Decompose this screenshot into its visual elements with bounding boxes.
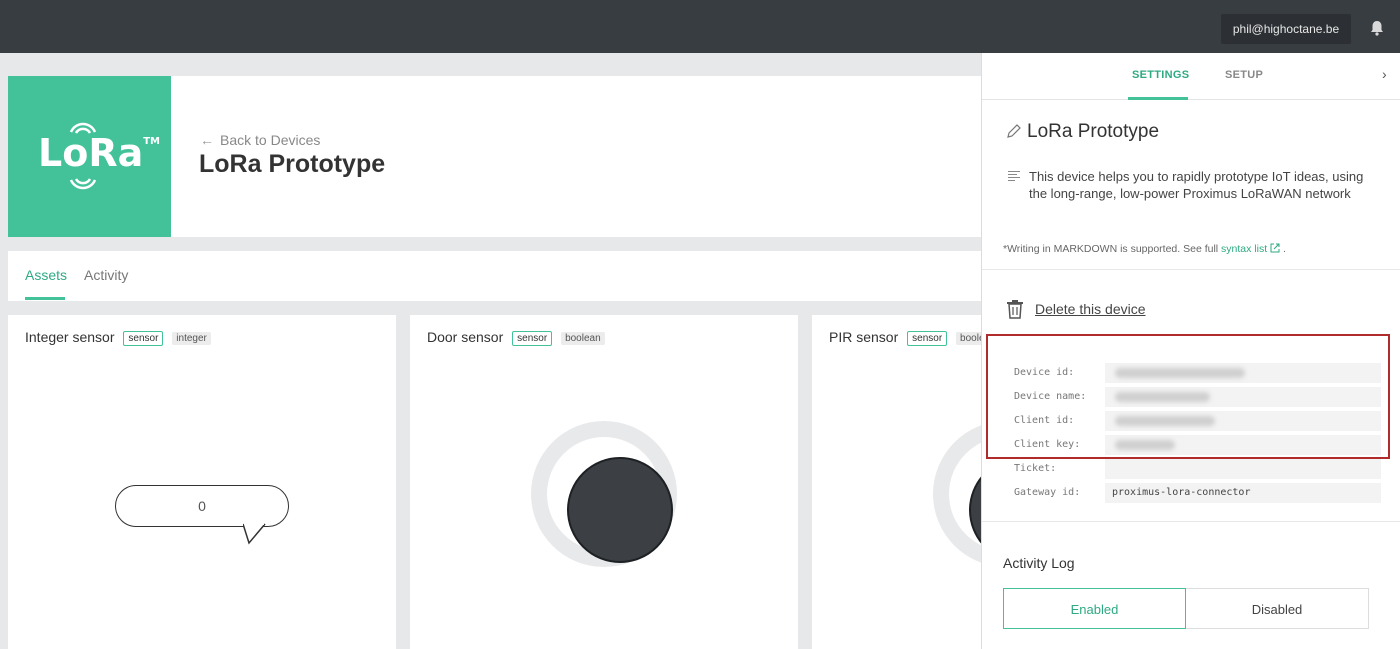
gateway-id-value[interactable]: proximus-lora-connector [1105, 483, 1381, 503]
tab-setup[interactable]: SETUP [1225, 69, 1263, 81]
speech-bubble-tail [243, 523, 266, 545]
ticket-value[interactable] [1105, 459, 1381, 479]
asset-card-integer-sensor: Integer sensor sensor integer 0 [8, 315, 396, 649]
collapse-panel-chevron-icon[interactable]: › [1382, 66, 1387, 82]
integer-value-display: 0 [115, 485, 289, 527]
logo-wordmark: LoRaTM [38, 131, 161, 175]
badge-sensor: sensor [123, 331, 164, 346]
back-to-devices-link[interactable]: ← Back to Devices [200, 132, 320, 148]
card-title: Door sensor sensor boolean [427, 329, 605, 346]
boolean-indicator-knob [531, 421, 677, 567]
badge-type: boolean [561, 332, 605, 345]
device-tabs: Assets Activity [8, 251, 981, 301]
trash-icon[interactable] [1006, 299, 1024, 319]
lora-logo: LoRaTM [8, 76, 171, 237]
boolean-indicator-knob [933, 421, 982, 567]
card-title: Integer sensor sensor integer [25, 329, 211, 346]
card-title: PIR sensor sensor boolean [829, 329, 982, 346]
delete-device-link[interactable]: Delete this device [1035, 301, 1146, 317]
device-header: LoRaTM ← Back to Devices LoRa Prototype [8, 76, 981, 237]
activity-log-disabled-button[interactable]: Disabled [1186, 588, 1369, 629]
panel-tabs: SETTINGS SETUP › [982, 53, 1400, 100]
annotation-highlight-box [986, 334, 1390, 459]
activity-log-enabled-button[interactable]: Enabled [1003, 588, 1186, 629]
active-tab-indicator [25, 297, 65, 300]
page-title: LoRa Prototype [199, 150, 386, 178]
tab-settings[interactable]: SETTINGS [1132, 69, 1189, 81]
notification-bell-icon[interactable] [1368, 19, 1386, 37]
description-lines-icon [1008, 171, 1020, 181]
device-name-field[interactable]: LoRa Prototype [1027, 121, 1159, 143]
active-tab-indicator [1128, 97, 1188, 100]
device-settings-panel: SETTINGS SETUP › LoRa Prototype This dev… [981, 53, 1400, 649]
tab-activity[interactable]: Activity [84, 267, 128, 283]
asset-card-door-sensor: Door sensor sensor boolean [410, 315, 798, 649]
markdown-note: *Writing in MARKDOWN is supported. See f… [1003, 243, 1286, 255]
divider [982, 521, 1400, 522]
top-navigation-bar: phil@highoctane.be [0, 0, 1400, 53]
divider [982, 269, 1400, 270]
badge-type: integer [172, 332, 211, 345]
user-account-menu[interactable]: phil@highoctane.be [1221, 14, 1351, 44]
credential-row-gateway-id: Gateway id: proximus-lora-connector [1014, 483, 1384, 503]
arrow-left-icon: ← [200, 132, 214, 148]
tab-assets[interactable]: Assets [25, 267, 67, 283]
credential-row-ticket: Ticket: [1014, 459, 1384, 479]
syntax-list-link[interactable]: syntax list [1221, 243, 1267, 255]
external-link-icon [1270, 243, 1280, 253]
asset-card-pir-sensor: PIR sensor sensor boolean [812, 315, 982, 649]
pencil-icon[interactable] [1006, 123, 1022, 139]
badge-type: boolean [956, 332, 982, 345]
badge-sensor: sensor [907, 331, 948, 346]
device-description[interactable]: This device helps you to rapidly prototy… [1029, 168, 1379, 202]
signal-waves-bottom-icon [69, 178, 97, 190]
badge-sensor: sensor [512, 331, 553, 346]
activity-log-title: Activity Log [1003, 555, 1075, 571]
